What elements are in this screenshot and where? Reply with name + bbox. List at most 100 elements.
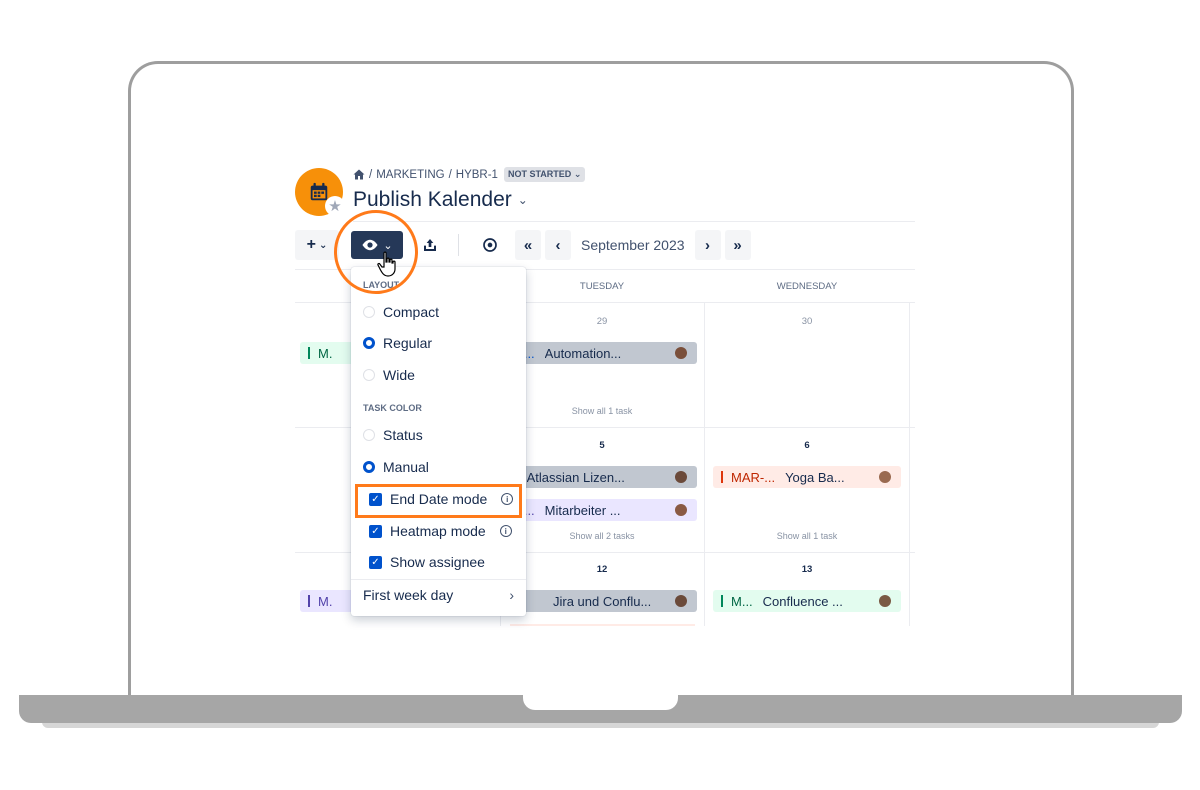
chevron-down-icon: ⌄ bbox=[383, 239, 393, 252]
task-key: M. bbox=[318, 345, 333, 361]
task-name: Automation... bbox=[544, 345, 622, 361]
day-header-tuesday: TUESDAY bbox=[579, 281, 625, 292]
upload-icon bbox=[424, 239, 436, 251]
avatar bbox=[675, 347, 687, 359]
menu-divider bbox=[351, 579, 526, 580]
task-name: Mitarbeiter ... bbox=[544, 502, 621, 518]
month-navigation: « ‹ September 2023 › » bbox=[515, 230, 751, 260]
plus-icon: + bbox=[306, 236, 316, 253]
chevron-right-icon: › bbox=[705, 236, 711, 254]
menu-item-label: End Date mode bbox=[390, 491, 488, 507]
menu-item-first-week-day[interactable]: First week day › bbox=[363, 583, 514, 607]
menu-item-label: Heatmap mode bbox=[390, 523, 486, 539]
export-button[interactable] bbox=[413, 230, 447, 260]
eye-icon bbox=[362, 239, 378, 251]
date-13[interactable]: 13 bbox=[705, 564, 909, 575]
previous-year-button[interactable]: « bbox=[515, 230, 541, 260]
avatar bbox=[675, 504, 687, 516]
task-color-bar bbox=[308, 595, 310, 607]
date-30[interactable]: 30 bbox=[705, 316, 909, 327]
menu-item-label: Status bbox=[383, 427, 423, 443]
menu-item-show-assignee[interactable]: ✓ Show assignee bbox=[369, 550, 485, 574]
menu-item-end-date-mode[interactable]: ✓ End Date mode i bbox=[369, 487, 514, 511]
task-card-partial bbox=[510, 624, 695, 626]
laptop-notch bbox=[523, 695, 678, 710]
breadcrumb-project[interactable]: MARKETING bbox=[376, 169, 444, 181]
chevron-down-icon: ⌄ bbox=[517, 193, 528, 207]
menu-item-label: Manual bbox=[383, 459, 429, 475]
menu-item-status[interactable]: Status bbox=[363, 423, 423, 447]
page-title-text: Publish Kalender bbox=[353, 188, 512, 211]
menu-item-manual[interactable]: Manual bbox=[363, 455, 429, 479]
breadcrumb-separator: / bbox=[448, 168, 452, 181]
show-all-link[interactable]: Show all 2 tasks bbox=[500, 531, 704, 541]
task-card[interactable]: ! Atlassian Lizen... bbox=[505, 466, 697, 488]
breadcrumb: / MARKETING / HYBR-1 NOT STARTED ⌄ bbox=[353, 167, 586, 182]
menu-item-label: Show assignee bbox=[390, 554, 485, 570]
home-icon[interactable] bbox=[353, 169, 365, 180]
target-icon bbox=[483, 238, 497, 252]
breadcrumb-separator: / bbox=[369, 168, 373, 181]
checkbox-checked: ✓ bbox=[369, 492, 382, 506]
radio-selected bbox=[363, 461, 375, 473]
favorite-star-icon[interactable]: ★ bbox=[325, 196, 345, 216]
info-icon[interactable]: i bbox=[499, 525, 512, 537]
task-card[interactable]: MAR-... Yoga Ba... bbox=[713, 466, 901, 488]
calendar-column-divider bbox=[704, 302, 705, 626]
avatar bbox=[675, 471, 687, 483]
status-badge[interactable]: NOT STARTED ⌄ bbox=[503, 167, 586, 182]
task-card[interactable]: M... Confluence ... bbox=[713, 590, 901, 612]
chevron-right-icon: › bbox=[509, 587, 514, 603]
task-card[interactable]: M... Mitarbeiter ... bbox=[505, 499, 697, 521]
task-color-bar bbox=[308, 347, 310, 359]
menu-item-wide[interactable]: Wide bbox=[363, 363, 415, 387]
radio-unselected bbox=[363, 369, 375, 381]
checkbox-checked: ✓ bbox=[369, 555, 382, 569]
task-card[interactable]: Jira und Conflu... bbox=[505, 590, 697, 612]
task-name: Yoga Ba... bbox=[785, 469, 845, 485]
breadcrumb-issue-key[interactable]: HYBR-1 bbox=[456, 169, 498, 181]
next-month-button[interactable]: › bbox=[694, 230, 721, 260]
page-title[interactable]: Publish Kalender ⌄ bbox=[353, 188, 528, 212]
next-year-button[interactable]: » bbox=[724, 230, 751, 260]
menu-item-heatmap-mode[interactable]: ✓ Heatmap mode i bbox=[369, 519, 512, 543]
add-button[interactable]: + ⌄ bbox=[295, 230, 339, 260]
radio-unselected bbox=[363, 429, 375, 441]
previous-month-button[interactable]: ‹ bbox=[545, 230, 571, 260]
calendar-column-divider bbox=[909, 302, 910, 626]
menu-item-label: Wide bbox=[383, 367, 415, 383]
double-chevron-left-icon: « bbox=[523, 236, 533, 254]
task-name: Jira und Conflu... bbox=[553, 593, 652, 609]
status-badge-label: NOT STARTED bbox=[507, 169, 572, 179]
show-all-link[interactable]: Show all 1 task bbox=[500, 406, 704, 416]
task-key: M. bbox=[318, 593, 333, 609]
menu-section-task-color: TASK COLOR bbox=[363, 403, 422, 413]
radio-selected bbox=[363, 337, 375, 349]
today-button[interactable] bbox=[475, 230, 505, 260]
hand-cursor-icon bbox=[377, 251, 399, 284]
chevron-down-icon: ⌄ bbox=[573, 169, 582, 179]
menu-item-label: Regular bbox=[383, 335, 433, 351]
double-chevron-right-icon: » bbox=[733, 236, 742, 254]
show-all-link[interactable]: Show all 1 task bbox=[705, 531, 909, 541]
task-key: M... bbox=[731, 593, 753, 609]
task-color-bar bbox=[721, 595, 723, 607]
checkbox-checked: ✓ bbox=[369, 524, 382, 538]
chevron-left-icon: ‹ bbox=[555, 236, 561, 254]
task-color-bar bbox=[721, 471, 723, 483]
date-5[interactable]: 5 bbox=[500, 440, 704, 451]
toolbar-divider bbox=[458, 234, 459, 256]
date-6[interactable]: 6 bbox=[705, 440, 909, 451]
radio-unselected bbox=[363, 306, 375, 318]
header-divider bbox=[353, 221, 915, 222]
date-29[interactable]: 29 bbox=[500, 316, 704, 327]
view-options-menu: LAYOUT Compact Regular Wide TASK COLOR S… bbox=[351, 267, 526, 616]
menu-item-label: First week day bbox=[363, 587, 454, 603]
task-key: MAR-... bbox=[731, 469, 776, 485]
date-12[interactable]: 12 bbox=[500, 564, 704, 575]
info-icon[interactable]: i bbox=[501, 493, 514, 505]
avatar bbox=[879, 471, 891, 483]
menu-item-regular[interactable]: Regular bbox=[363, 331, 432, 355]
task-card[interactable]: M... Automation... bbox=[505, 342, 697, 364]
menu-item-compact[interactable]: Compact bbox=[363, 300, 439, 324]
